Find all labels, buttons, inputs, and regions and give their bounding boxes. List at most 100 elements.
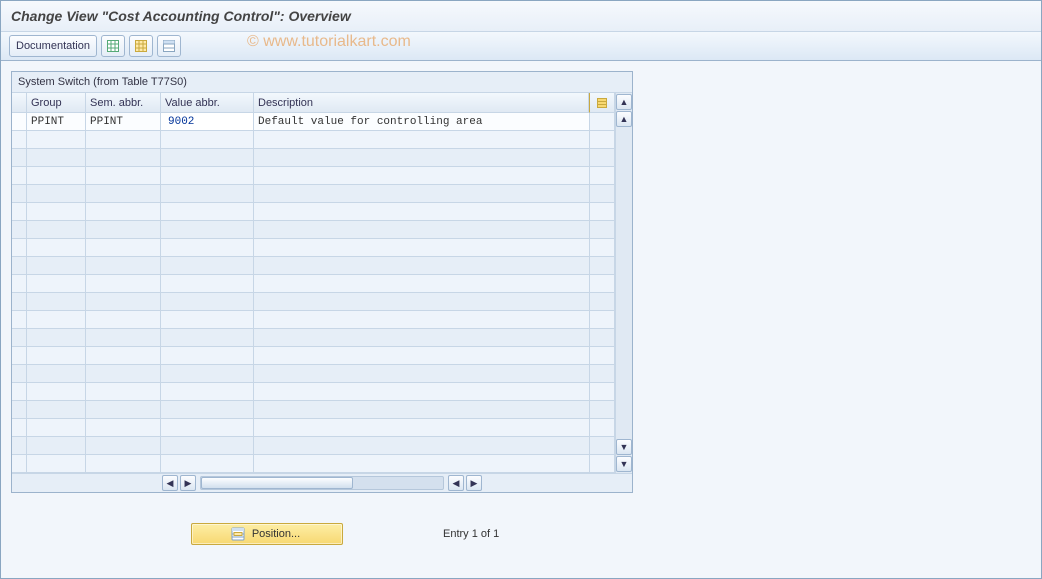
row-selector[interactable]	[12, 239, 27, 257]
cell-sem-empty[interactable]	[86, 293, 161, 311]
row-selector[interactable]	[12, 455, 27, 473]
cell-group-empty[interactable]	[27, 203, 86, 221]
cell-val-empty[interactable]	[161, 419, 254, 437]
col-header-description[interactable]: Description	[254, 93, 589, 113]
cell-desc-empty[interactable]	[254, 185, 590, 203]
cell-val-empty[interactable]	[161, 437, 254, 455]
cell-sem-empty[interactable]	[86, 383, 161, 401]
scroll-up-button-2[interactable]: ▲	[616, 111, 632, 127]
toolbar-icon-3[interactable]	[157, 35, 181, 57]
cell-val-empty[interactable]	[161, 275, 254, 293]
cell-group-empty[interactable]	[27, 131, 86, 149]
row-selector[interactable]	[12, 185, 27, 203]
hscroll-right-button-2[interactable]: ▶	[466, 475, 482, 491]
cell-val-empty[interactable]	[161, 203, 254, 221]
row-selector[interactable]	[12, 329, 27, 347]
cell-val-empty[interactable]	[161, 149, 254, 167]
row-selector[interactable]	[12, 437, 27, 455]
cell-desc-empty[interactable]	[254, 149, 590, 167]
cell-desc-empty[interactable]	[254, 167, 590, 185]
cell-sem-empty[interactable]	[86, 419, 161, 437]
cell-val-empty[interactable]	[161, 293, 254, 311]
cell-sem-empty[interactable]	[86, 455, 161, 473]
cell-desc-empty[interactable]	[254, 347, 590, 365]
cell-sem-empty[interactable]	[86, 311, 161, 329]
cell-desc-empty[interactable]	[254, 131, 590, 149]
documentation-button[interactable]: Documentation	[9, 35, 97, 57]
cell-sem-empty[interactable]	[86, 275, 161, 293]
cell-val-empty[interactable]	[161, 185, 254, 203]
cell-desc-empty[interactable]	[254, 329, 590, 347]
cell-group-empty[interactable]	[27, 293, 86, 311]
cell-sem-empty[interactable]	[86, 437, 161, 455]
col-header-value-abbr[interactable]: Value abbr.	[161, 93, 254, 113]
cell-sem-abbr[interactable]: PPINT	[86, 113, 161, 131]
row-selector[interactable]	[12, 113, 27, 131]
cell-group-empty[interactable]	[27, 221, 86, 239]
cell-group-empty[interactable]	[27, 329, 86, 347]
row-selector[interactable]	[12, 419, 27, 437]
cell-val-empty[interactable]	[161, 257, 254, 275]
cell-desc-empty[interactable]	[254, 401, 590, 419]
cell-group-empty[interactable]	[27, 167, 86, 185]
cell-val-empty[interactable]	[161, 383, 254, 401]
vscroll-track[interactable]	[616, 128, 632, 438]
col-header-group[interactable]: Group	[27, 93, 86, 113]
cell-group[interactable]: PPINT	[27, 113, 86, 131]
cell-group-empty[interactable]	[27, 383, 86, 401]
row-selector[interactable]	[12, 167, 27, 185]
cell-val-empty[interactable]	[161, 239, 254, 257]
hscroll-track[interactable]	[200, 476, 444, 490]
hscroll-left-button[interactable]: ◀	[162, 475, 178, 491]
vertical-scrollbar[interactable]: ▲ ▲ ▼ ▼	[615, 93, 632, 473]
value-abbr-input[interactable]	[165, 114, 241, 130]
cell-val-empty[interactable]	[161, 221, 254, 239]
cell-description[interactable]: Default value for controlling area	[254, 113, 590, 131]
row-selector[interactable]	[12, 347, 27, 365]
cell-group-empty[interactable]	[27, 185, 86, 203]
row-selector[interactable]	[12, 365, 27, 383]
cell-sem-empty[interactable]	[86, 167, 161, 185]
cell-value-abbr[interactable]	[161, 113, 254, 131]
cell-sem-empty[interactable]	[86, 239, 161, 257]
cell-desc-empty[interactable]	[254, 365, 590, 383]
row-selector[interactable]	[12, 203, 27, 221]
cell-val-empty[interactable]	[161, 347, 254, 365]
cell-val-empty[interactable]	[161, 167, 254, 185]
cell-sem-empty[interactable]	[86, 149, 161, 167]
cell-desc-empty[interactable]	[254, 437, 590, 455]
row-selector[interactable]	[12, 221, 27, 239]
cell-desc-empty[interactable]	[254, 257, 590, 275]
cell-val-empty[interactable]	[161, 329, 254, 347]
cell-group-empty[interactable]	[27, 257, 86, 275]
scroll-down-button-2[interactable]: ▼	[616, 439, 632, 455]
cell-desc-empty[interactable]	[254, 293, 590, 311]
horizontal-scrollbar[interactable]: ◀ ▶ ◀ ▶	[12, 473, 632, 492]
cell-desc-empty[interactable]	[254, 239, 590, 257]
cell-sem-empty[interactable]	[86, 221, 161, 239]
cell-group-empty[interactable]	[27, 149, 86, 167]
cell-desc-empty[interactable]	[254, 455, 590, 473]
row-selector-header[interactable]	[12, 93, 27, 113]
row-selector[interactable]	[12, 131, 27, 149]
cell-sem-empty[interactable]	[86, 329, 161, 347]
cell-val-empty[interactable]	[161, 365, 254, 383]
hscroll-right-button[interactable]: ▶	[180, 475, 196, 491]
cell-group-empty[interactable]	[27, 347, 86, 365]
cell-desc-empty[interactable]	[254, 311, 590, 329]
row-selector[interactable]	[12, 149, 27, 167]
cell-group-empty[interactable]	[27, 365, 86, 383]
cell-val-empty[interactable]	[161, 131, 254, 149]
row-selector[interactable]	[12, 401, 27, 419]
row-selector[interactable]	[12, 293, 27, 311]
cell-desc-empty[interactable]	[254, 275, 590, 293]
cell-val-empty[interactable]	[161, 455, 254, 473]
cell-group-empty[interactable]	[27, 239, 86, 257]
cell-desc-empty[interactable]	[254, 221, 590, 239]
table-config-button[interactable]	[589, 93, 615, 113]
cell-sem-empty[interactable]	[86, 401, 161, 419]
cell-val-empty[interactable]	[161, 311, 254, 329]
cell-desc-empty[interactable]	[254, 383, 590, 401]
row-selector[interactable]	[12, 383, 27, 401]
cell-group-empty[interactable]	[27, 401, 86, 419]
